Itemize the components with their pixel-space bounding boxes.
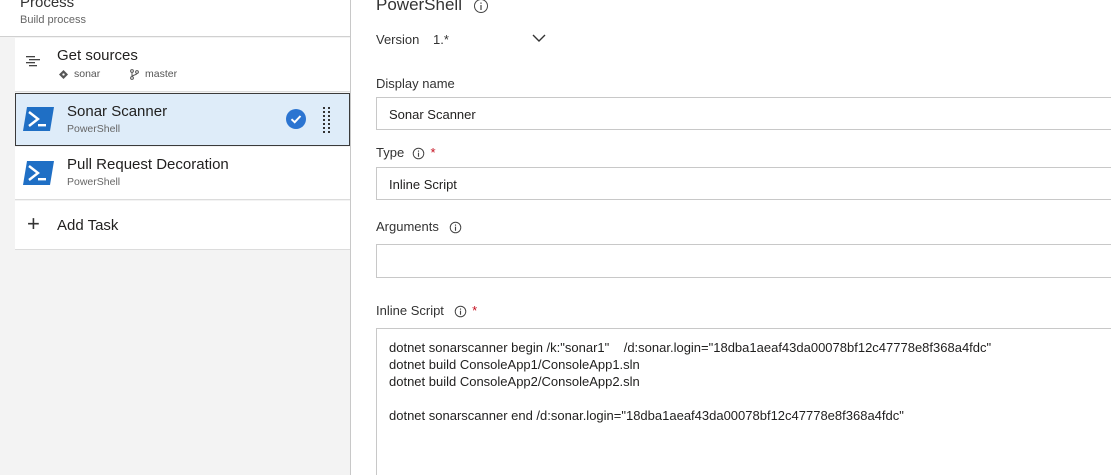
type-label-text: Type xyxy=(376,145,405,160)
repo-meta: sonar xyxy=(59,68,100,80)
arguments-field[interactable] xyxy=(376,244,1111,278)
version-select[interactable]: 1.* xyxy=(433,32,449,47)
task-list-pane: Process Build process Get sources sonar xyxy=(0,0,351,475)
task-title: Get sources xyxy=(57,47,138,64)
task-item-pull-request-decoration[interactable]: Pull Request Decoration PowerShell xyxy=(15,147,350,200)
add-task-button[interactable]: + Add Task xyxy=(15,201,350,250)
process-header[interactable]: Process Build process xyxy=(0,0,350,37)
required-marker: * xyxy=(430,145,436,160)
info-icon[interactable] xyxy=(454,305,467,318)
task-title: Pull Request Decoration xyxy=(67,156,229,173)
drag-handle-icon[interactable] xyxy=(322,106,332,134)
info-icon[interactable] xyxy=(473,0,489,14)
info-icon[interactable] xyxy=(412,147,425,160)
branch-icon xyxy=(130,68,139,80)
task-title: Sonar Scanner xyxy=(67,103,168,120)
display-name-label: Display name xyxy=(376,76,455,91)
inline-script-label-text: Inline Script xyxy=(376,303,444,318)
required-marker: * xyxy=(472,303,478,318)
branch-name: master xyxy=(145,68,178,80)
type-label: Type * xyxy=(376,145,436,160)
task-details-pane: PowerShell Version 1.* Display name Sona… xyxy=(352,0,1111,475)
add-task-label: Add Task xyxy=(57,217,119,234)
check-circle-icon xyxy=(286,109,306,129)
list-icon xyxy=(26,56,40,67)
powershell-icon xyxy=(23,107,54,131)
task-subtitle: PowerShell xyxy=(67,176,121,188)
powershell-icon xyxy=(23,161,54,185)
task-subtitle: PowerShell xyxy=(67,123,121,135)
process-title: Process xyxy=(20,0,75,11)
inline-script-label: Inline Script * xyxy=(376,303,477,318)
repo-name: sonar xyxy=(74,68,101,80)
display-name-field[interactable]: Sonar Scanner xyxy=(376,97,1111,130)
type-select[interactable]: Inline Script xyxy=(376,167,1111,200)
process-subtitle: Build process xyxy=(20,14,87,26)
build-pipeline-editor: Process Build process Get sources sonar xyxy=(0,0,1111,475)
info-icon[interactable] xyxy=(449,221,462,234)
task-item-sonar-scanner[interactable]: Sonar Scanner PowerShell xyxy=(15,93,350,146)
task-type-title-text: PowerShell xyxy=(376,0,462,14)
task-item-get-sources[interactable]: Get sources sonar master xyxy=(15,38,350,92)
chevron-down-icon[interactable] xyxy=(532,33,546,43)
plus-icon: + xyxy=(27,211,40,236)
arguments-label-text: Arguments xyxy=(376,219,439,234)
version-label: Version xyxy=(376,32,420,47)
inline-script-editor[interactable]: dotnet sonarscanner begin /k:"sonar1" /d… xyxy=(376,328,1111,475)
arguments-label: Arguments xyxy=(376,219,462,234)
task-type-title: PowerShell xyxy=(376,0,489,15)
repo-icon xyxy=(59,69,68,79)
branch-meta: master xyxy=(130,68,177,80)
